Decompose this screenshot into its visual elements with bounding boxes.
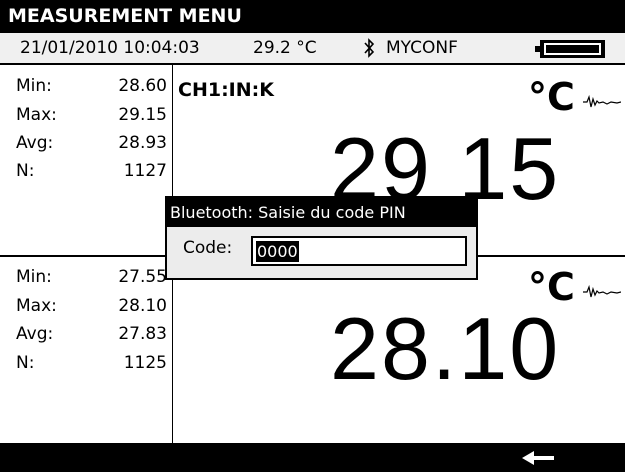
stat-value-avg: 28.93 [118,133,167,153]
stat-value-avg: 27.83 [118,324,167,344]
stat-label-n: N: [16,161,35,181]
stat-value-max: 29.15 [118,105,167,125]
stat-label-n: N: [16,353,35,373]
stat-label-max: Max: [16,296,57,316]
stat-value-min: 28.60 [118,76,167,96]
signal-wave-icon [583,285,621,298]
menu-title: MEASUREMENT MENU [0,0,625,33]
channel-2-panel[interactable]: Min: 27.55 Max: 28.10 Avg: 27.83 N: 1125… [0,257,625,443]
status-config: MYCONF [386,38,458,58]
status-datetime: 21/01/2010 10:04:03 [20,38,200,58]
dialog-title: Bluetooth: Saisie du code PIN [167,198,476,227]
channel-label: CH1:IN:K [178,79,274,101]
status-bar: 21/01/2010 10:04:03 29.2 °C MYCONF [0,33,625,65]
stat-label-avg: Avg: [16,133,54,153]
reading-value: 28.10 [330,299,561,398]
stat-value-n: 1127 [123,161,167,181]
stat-value-max: 28.10 [118,296,167,316]
signal-wave-icon [583,95,621,108]
stat-value-n: 1125 [123,353,167,373]
stat-label-max: Max: [16,105,57,125]
stat-label-min: Min: [16,76,52,96]
bluetooth-pin-dialog: Bluetooth: Saisie du code PIN Code: 0000 [165,196,478,280]
code-label: Code: [183,238,233,258]
stat-value-min: 27.55 [118,267,167,287]
stat-label-avg: Avg: [16,324,54,344]
bluetooth-icon [364,38,375,58]
pin-code-input[interactable]: 0000 [251,236,467,266]
status-temperature: 29.2 °C [253,38,317,58]
bottom-bar [0,443,625,472]
back-arrow-icon[interactable] [518,448,558,468]
panel-divider [172,257,173,443]
pin-code-value: 0000 [256,241,299,262]
stat-label-min: Min: [16,267,52,287]
unit-label: °C [528,75,575,119]
battery-icon [535,40,605,58]
